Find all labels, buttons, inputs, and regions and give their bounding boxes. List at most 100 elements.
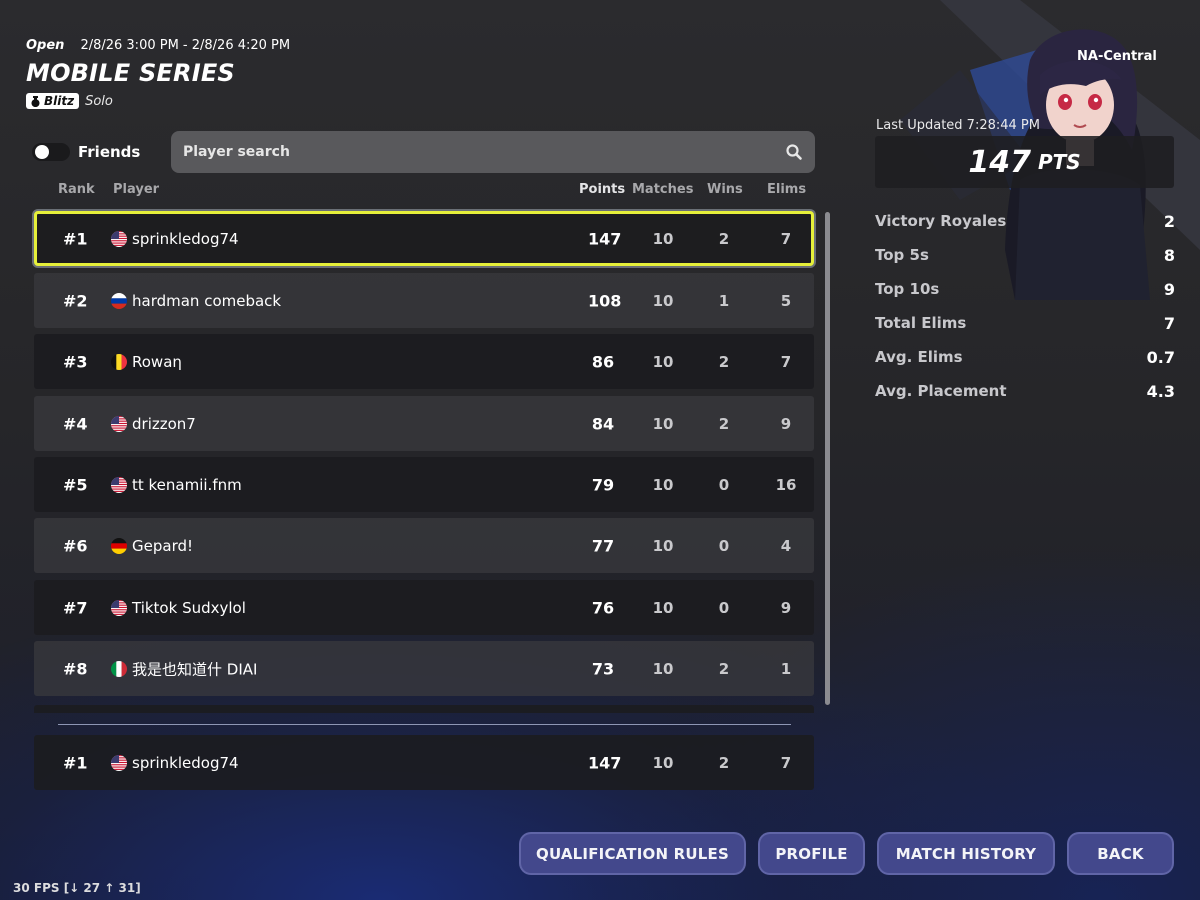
table-row-partial: [34, 705, 814, 713]
event-status: Open: [26, 38, 65, 53]
row-rank: #7: [63, 598, 88, 617]
row-points: 108: [588, 291, 622, 310]
flag-us-icon: [111, 230, 127, 247]
toggle-knob: [35, 145, 49, 159]
stat-value: 0.7: [1146, 348, 1175, 367]
table-row[interactable]: #7 Tiktok Sudxylol 76 10 0 9: [34, 580, 814, 635]
region-label: NA-Central: [1077, 49, 1157, 64]
col-header-elims: Elims: [767, 182, 807, 197]
row-player-name: Gepard!: [132, 536, 194, 555]
mode-badge-label: Blitz: [44, 94, 75, 108]
mode-badge: Blitz: [26, 93, 80, 109]
col-header-matches: Matches: [632, 182, 694, 197]
stat-value: 7: [1163, 314, 1175, 333]
table-row[interactable]: #4 drizzon7 84 10 2 9: [34, 396, 814, 451]
row-rank: #5: [63, 475, 88, 494]
row-matches: 10: [652, 414, 674, 433]
row-wins: 0: [718, 475, 730, 494]
row-elims: 7: [780, 229, 792, 248]
col-header-points: Points: [579, 182, 626, 197]
table-row[interactable]: #2 hardman comeback 108 10 1 5: [34, 273, 814, 328]
total-points-unit: PTS: [1037, 150, 1081, 174]
stat-label: Avg. Elims: [875, 348, 963, 366]
stat-value: 8: [1163, 246, 1175, 265]
match-history-button[interactable]: MATCH HISTORY: [877, 832, 1055, 875]
stat-value: 9: [1163, 280, 1175, 299]
row-wins: 0: [718, 536, 730, 555]
row-points: 76: [591, 598, 615, 617]
row-rank: #3: [63, 352, 88, 371]
col-header-player: Player: [113, 182, 160, 197]
row-player-name: tt kenamii.fnm: [132, 475, 242, 494]
row-elims: 1: [780, 659, 792, 678]
row-matches: 10: [652, 598, 674, 617]
row-points: 147: [588, 229, 622, 248]
row-wins: 2: [718, 753, 730, 772]
table-row[interactable]: #1 sprinkledog74 147 10 2 7: [34, 211, 814, 266]
mode-type: Solo: [85, 93, 113, 109]
flag-de-icon: [111, 537, 127, 554]
row-player-name: Rowaη: [132, 352, 182, 371]
row-player-name: hardman comeback: [132, 291, 282, 310]
last-updated-text: Last Updated 7:28:44 PM: [876, 118, 1040, 133]
profile-button[interactable]: PROFILE: [758, 832, 865, 875]
player-search-input[interactable]: [183, 144, 785, 160]
my-rank-row[interactable]: #1 sprinkledog74 147 10 2 7: [34, 735, 814, 790]
row-points: 84: [591, 414, 615, 433]
stat-value: 4.3: [1146, 382, 1175, 401]
table-row[interactable]: #5 tt kenamii.fnm 79 10 0 16: [34, 457, 814, 512]
player-search-bar[interactable]: [171, 131, 815, 173]
row-rank: #1: [63, 229, 88, 248]
stat-label: Top 5s: [875, 246, 929, 264]
stat-label: Avg. Placement: [875, 382, 1007, 400]
search-icon[interactable]: [785, 143, 803, 161]
row-matches: 10: [652, 753, 674, 772]
event-date-range: 2/8/26 3:00 PM - 2/8/26 4:20 PM: [80, 38, 291, 53]
event-title: MOBILE SERIES: [26, 59, 235, 87]
stat-label: Victory Royales: [875, 212, 1007, 230]
row-rank: #1: [63, 753, 88, 772]
row-elims: 9: [780, 598, 792, 617]
stat-row: Top 10s 9: [875, 280, 1175, 299]
row-matches: 10: [652, 659, 674, 678]
table-row[interactable]: #8 我是也知道什 DIAI 73 10 2 1: [34, 641, 814, 696]
stat-row: Victory Royales 2: [875, 212, 1175, 231]
list-divider: [58, 724, 791, 725]
row-wins: 0: [718, 598, 730, 617]
flag-us-icon: [111, 599, 127, 616]
col-header-wins: Wins: [707, 182, 743, 197]
fps-readout: 30 FPS [↓ 27 ↑ 31]: [13, 881, 141, 895]
leaderboard-scrollbar[interactable]: [825, 212, 830, 705]
row-elims: 16: [775, 475, 797, 494]
qualification-rules-button[interactable]: QUALIFICATION RULES: [519, 832, 746, 875]
row-matches: 10: [652, 229, 674, 248]
friends-toggle[interactable]: [32, 143, 70, 161]
row-elims: 9: [780, 414, 792, 433]
back-button[interactable]: BACK: [1067, 832, 1174, 875]
row-wins: 2: [718, 352, 730, 371]
row-points: 79: [591, 475, 615, 494]
row-elims: 4: [780, 536, 792, 555]
row-player-name: Tiktok Sudxylol: [132, 598, 246, 617]
row-player-name: drizzon7: [132, 414, 196, 433]
row-points: 77: [591, 536, 615, 555]
table-row[interactable]: #6 Gepard! 77 10 0 4: [34, 518, 814, 573]
row-matches: 10: [652, 291, 674, 310]
total-points-value: 147: [968, 144, 1031, 180]
row-elims: 7: [780, 753, 792, 772]
row-points: 147: [588, 753, 622, 772]
row-wins: 2: [718, 229, 730, 248]
stat-row: Avg. Elims 0.7: [875, 348, 1175, 367]
row-rank: #6: [63, 536, 88, 555]
flag-us-icon: [111, 754, 127, 771]
flag-be-icon: [111, 353, 127, 370]
table-row[interactable]: #3 Rowaη 86 10 2 7: [34, 334, 814, 389]
row-player-name: sprinkledog74: [132, 753, 239, 772]
row-matches: 10: [652, 536, 674, 555]
row-player-name: 我是也知道什 DIAI: [132, 660, 258, 678]
row-wins: 2: [718, 414, 730, 433]
stat-row: Avg. Placement 4.3: [875, 382, 1175, 401]
row-player-name: sprinkledog74: [132, 229, 239, 248]
flag-it-icon: [111, 660, 127, 677]
row-wins: 2: [718, 659, 730, 678]
